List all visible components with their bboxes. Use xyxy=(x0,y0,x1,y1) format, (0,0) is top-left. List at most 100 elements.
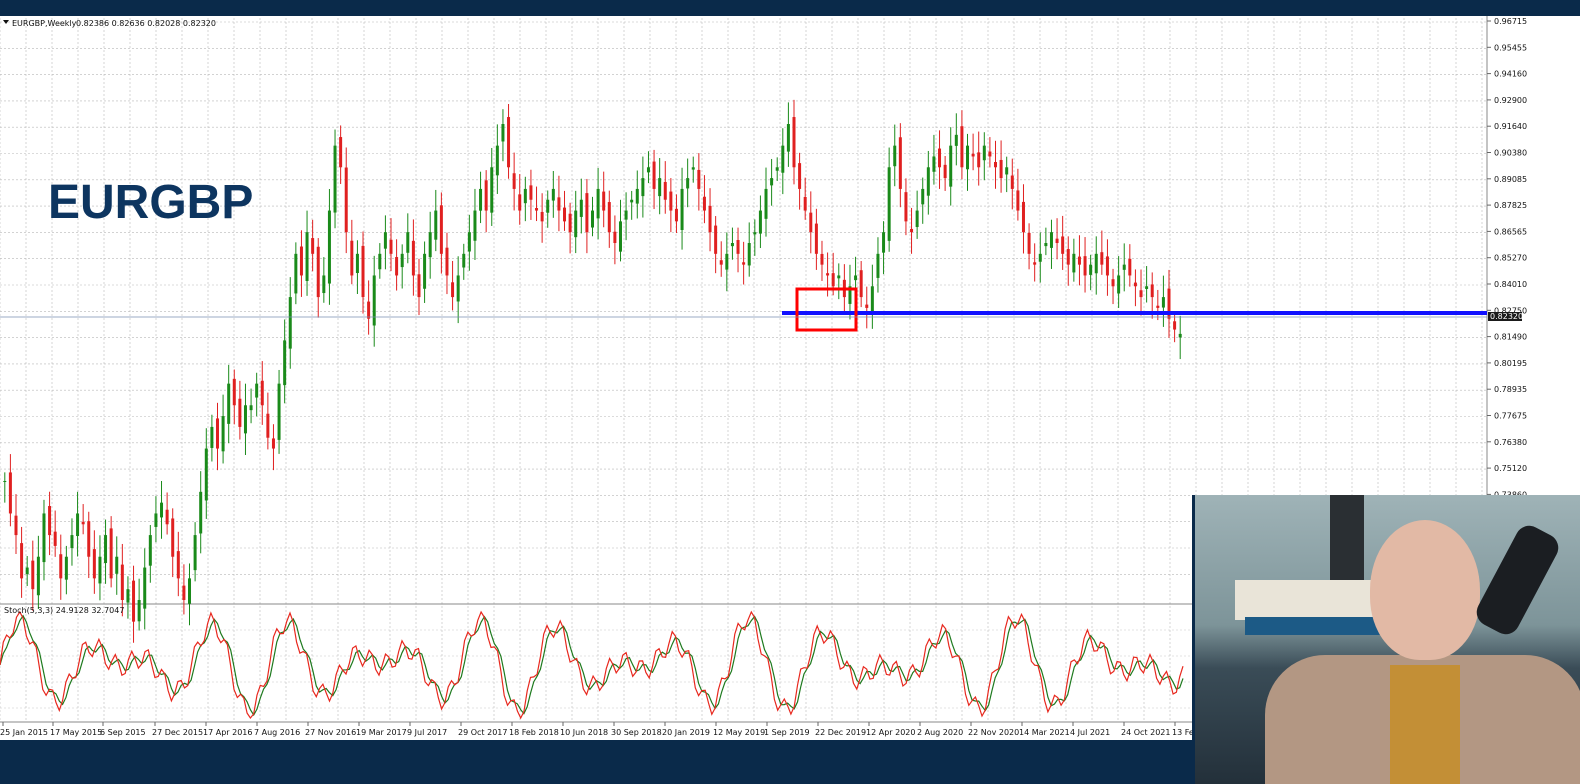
candle-body xyxy=(1128,258,1132,276)
candle-body xyxy=(406,232,410,253)
candle-body xyxy=(904,192,908,222)
time-tick-label: 24 Oct 2021 xyxy=(1121,728,1170,737)
candle-body xyxy=(551,188,555,201)
time-tick-label: 27 Dec 2015 xyxy=(152,728,203,737)
time-tick-label: 30 Sep 2018 xyxy=(611,728,662,737)
candle-body xyxy=(1021,201,1025,233)
candle-body xyxy=(411,240,415,276)
candle-body xyxy=(814,223,818,254)
candle-body xyxy=(535,208,539,211)
candle-body xyxy=(333,145,337,213)
candle-body xyxy=(495,145,499,176)
candle-body xyxy=(439,205,443,254)
candle-body xyxy=(1077,256,1081,265)
time-tick-label: 22 Nov 2020 xyxy=(968,728,1019,737)
candle-body xyxy=(92,549,96,579)
candle-body xyxy=(1049,232,1053,248)
candle-body xyxy=(663,181,667,200)
candle-body xyxy=(999,159,1003,179)
candle-body xyxy=(428,232,432,258)
candle-body xyxy=(507,117,511,168)
candle-body xyxy=(1139,290,1143,298)
time-tick-label: 18 Feb 2018 xyxy=(509,728,559,737)
candle-body xyxy=(641,178,645,197)
candle-body xyxy=(361,245,365,298)
candle-body xyxy=(1083,256,1087,276)
candle-body xyxy=(1111,279,1115,287)
candle-body xyxy=(176,551,180,579)
candle-body xyxy=(76,513,80,537)
candle-body xyxy=(882,232,886,253)
candle-body xyxy=(490,167,494,213)
candle-body xyxy=(48,506,52,536)
candle-body xyxy=(3,481,7,483)
candle-body xyxy=(954,134,958,146)
candle-body xyxy=(602,191,606,211)
time-tick-label: 10 Jun 2018 xyxy=(560,728,608,737)
candle-body xyxy=(193,535,197,571)
candle-body xyxy=(719,260,723,265)
candle-body xyxy=(367,301,371,319)
candle-body xyxy=(618,221,622,252)
candle-body xyxy=(322,275,326,294)
candle-body xyxy=(1033,262,1037,265)
candle-body xyxy=(1150,284,1154,298)
ohlc-label: 0.82386 0.82636 0.82028 0.82320 xyxy=(76,19,216,28)
candle-body xyxy=(423,253,427,289)
candle-body xyxy=(8,472,12,514)
candle-body xyxy=(1044,243,1048,247)
candle-body xyxy=(523,188,527,204)
candle-body xyxy=(501,124,505,142)
candle-body xyxy=(831,273,835,287)
candle-body xyxy=(462,253,466,268)
presenter-webcam xyxy=(1192,495,1580,784)
price-tick-label: 0.92900 xyxy=(1494,96,1527,105)
overlay-title: EURGBP xyxy=(48,176,253,229)
candle-body xyxy=(870,286,874,312)
candle-body xyxy=(372,275,376,326)
candle-body xyxy=(658,178,662,197)
candle-body xyxy=(378,253,382,270)
candle-body xyxy=(271,438,275,449)
current-price-label: 0.82320 xyxy=(1490,312,1523,321)
candle-body xyxy=(383,232,387,249)
price-tick-label: 0.94160 xyxy=(1494,70,1527,79)
price-tick-label: 0.84010 xyxy=(1494,280,1527,289)
candle-body xyxy=(529,185,533,200)
candle-body xyxy=(25,567,29,575)
candle-body xyxy=(792,117,796,168)
candle-body xyxy=(887,167,891,241)
time-tick-label: 22 Dec 2019 xyxy=(815,728,866,737)
candle-body xyxy=(708,205,712,233)
time-tick-label: 12 May 2019 xyxy=(713,728,765,737)
candle-body xyxy=(109,528,113,579)
price-tick-label: 0.77675 xyxy=(1494,412,1527,421)
candle-body xyxy=(579,199,583,217)
candle-body xyxy=(736,240,740,254)
candle-body xyxy=(876,253,880,278)
candle-body xyxy=(758,210,762,234)
candle-body xyxy=(87,521,91,557)
candle-body xyxy=(445,247,449,276)
candle-body xyxy=(327,210,331,284)
time-tick-label: 27 Nov 2016 xyxy=(305,728,356,737)
candle-body xyxy=(932,156,936,172)
candle-body xyxy=(563,207,567,222)
candle-body xyxy=(389,239,393,254)
candle-body xyxy=(70,535,74,549)
candle-body xyxy=(120,564,124,600)
candle-body xyxy=(988,151,992,157)
candle-body xyxy=(243,405,247,434)
candle-body xyxy=(854,275,858,281)
candle-body xyxy=(1161,297,1165,308)
candle-body xyxy=(417,274,421,298)
candle-body xyxy=(210,426,214,448)
candle-body xyxy=(798,163,802,189)
candle-body xyxy=(786,124,790,152)
candle-body xyxy=(803,196,807,211)
candle-body xyxy=(585,193,589,233)
symbol-label: EURGBP,Weekly xyxy=(12,19,77,28)
candle-body xyxy=(1055,238,1059,244)
time-tick-label: 25 Jan 2015 xyxy=(0,728,48,737)
candle-body xyxy=(1117,275,1121,294)
